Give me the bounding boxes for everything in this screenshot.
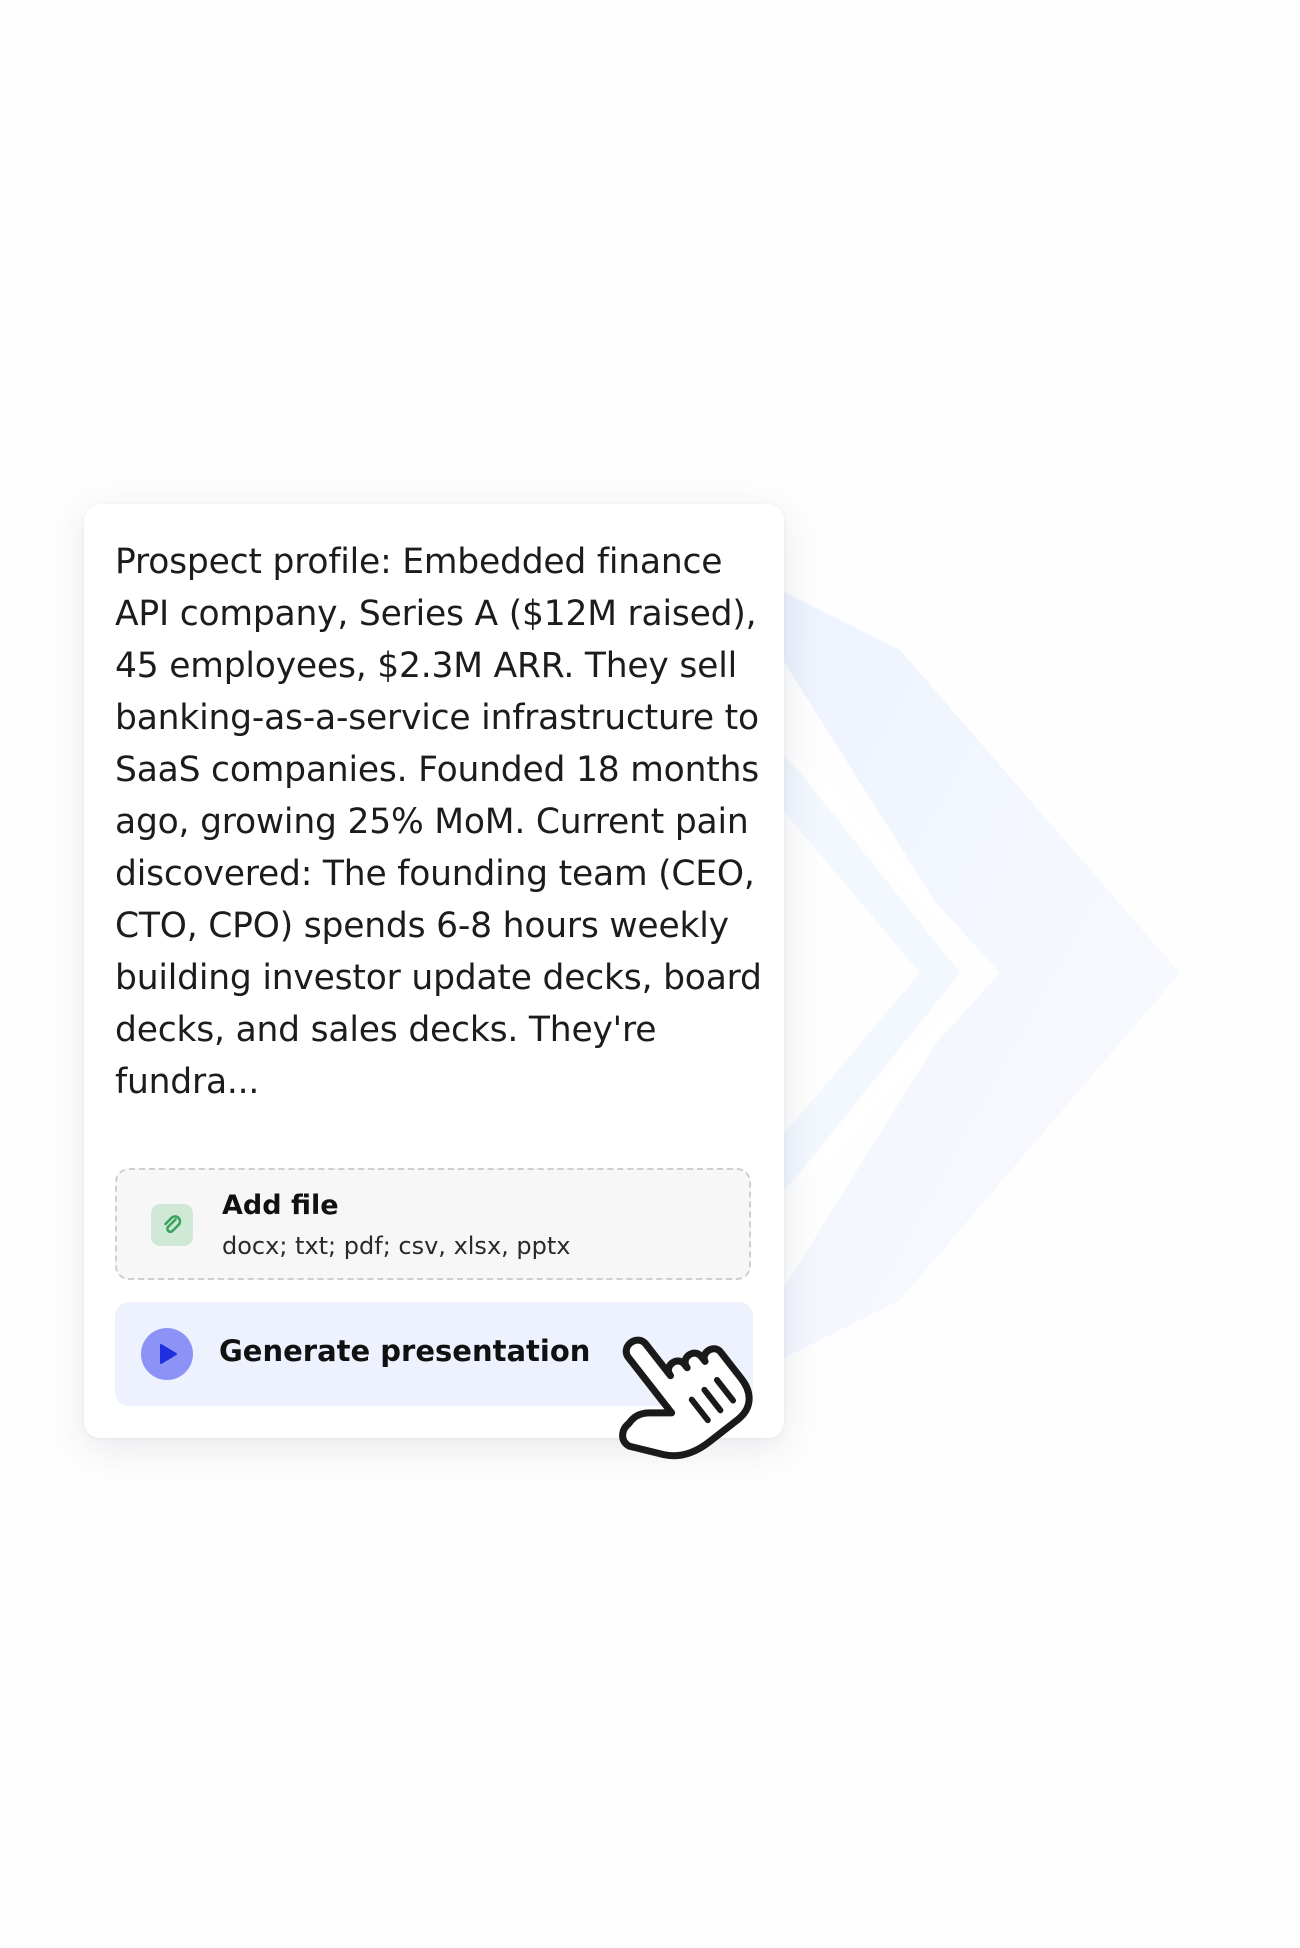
play-icon [141,1328,193,1380]
generate-presentation-label: Generate presentation [219,1334,591,1368]
add-file-formats: docx; txt; pdf; csv, xlsx, pptx [222,1232,571,1260]
page: Prospect profile: Embedded finance API c… [0,0,1300,1948]
prompt-card: Prospect profile: Embedded finance API c… [84,504,784,1438]
prompt-text[interactable]: Prospect profile: Embedded finance API c… [115,536,765,1108]
add-file-dropzone[interactable]: Add file docx; txt; pdf; csv, xlsx, pptx [115,1168,751,1280]
add-file-title: Add file [222,1190,339,1221]
hand-pointer-icon [619,1336,753,1460]
paperclip-icon [151,1204,193,1246]
